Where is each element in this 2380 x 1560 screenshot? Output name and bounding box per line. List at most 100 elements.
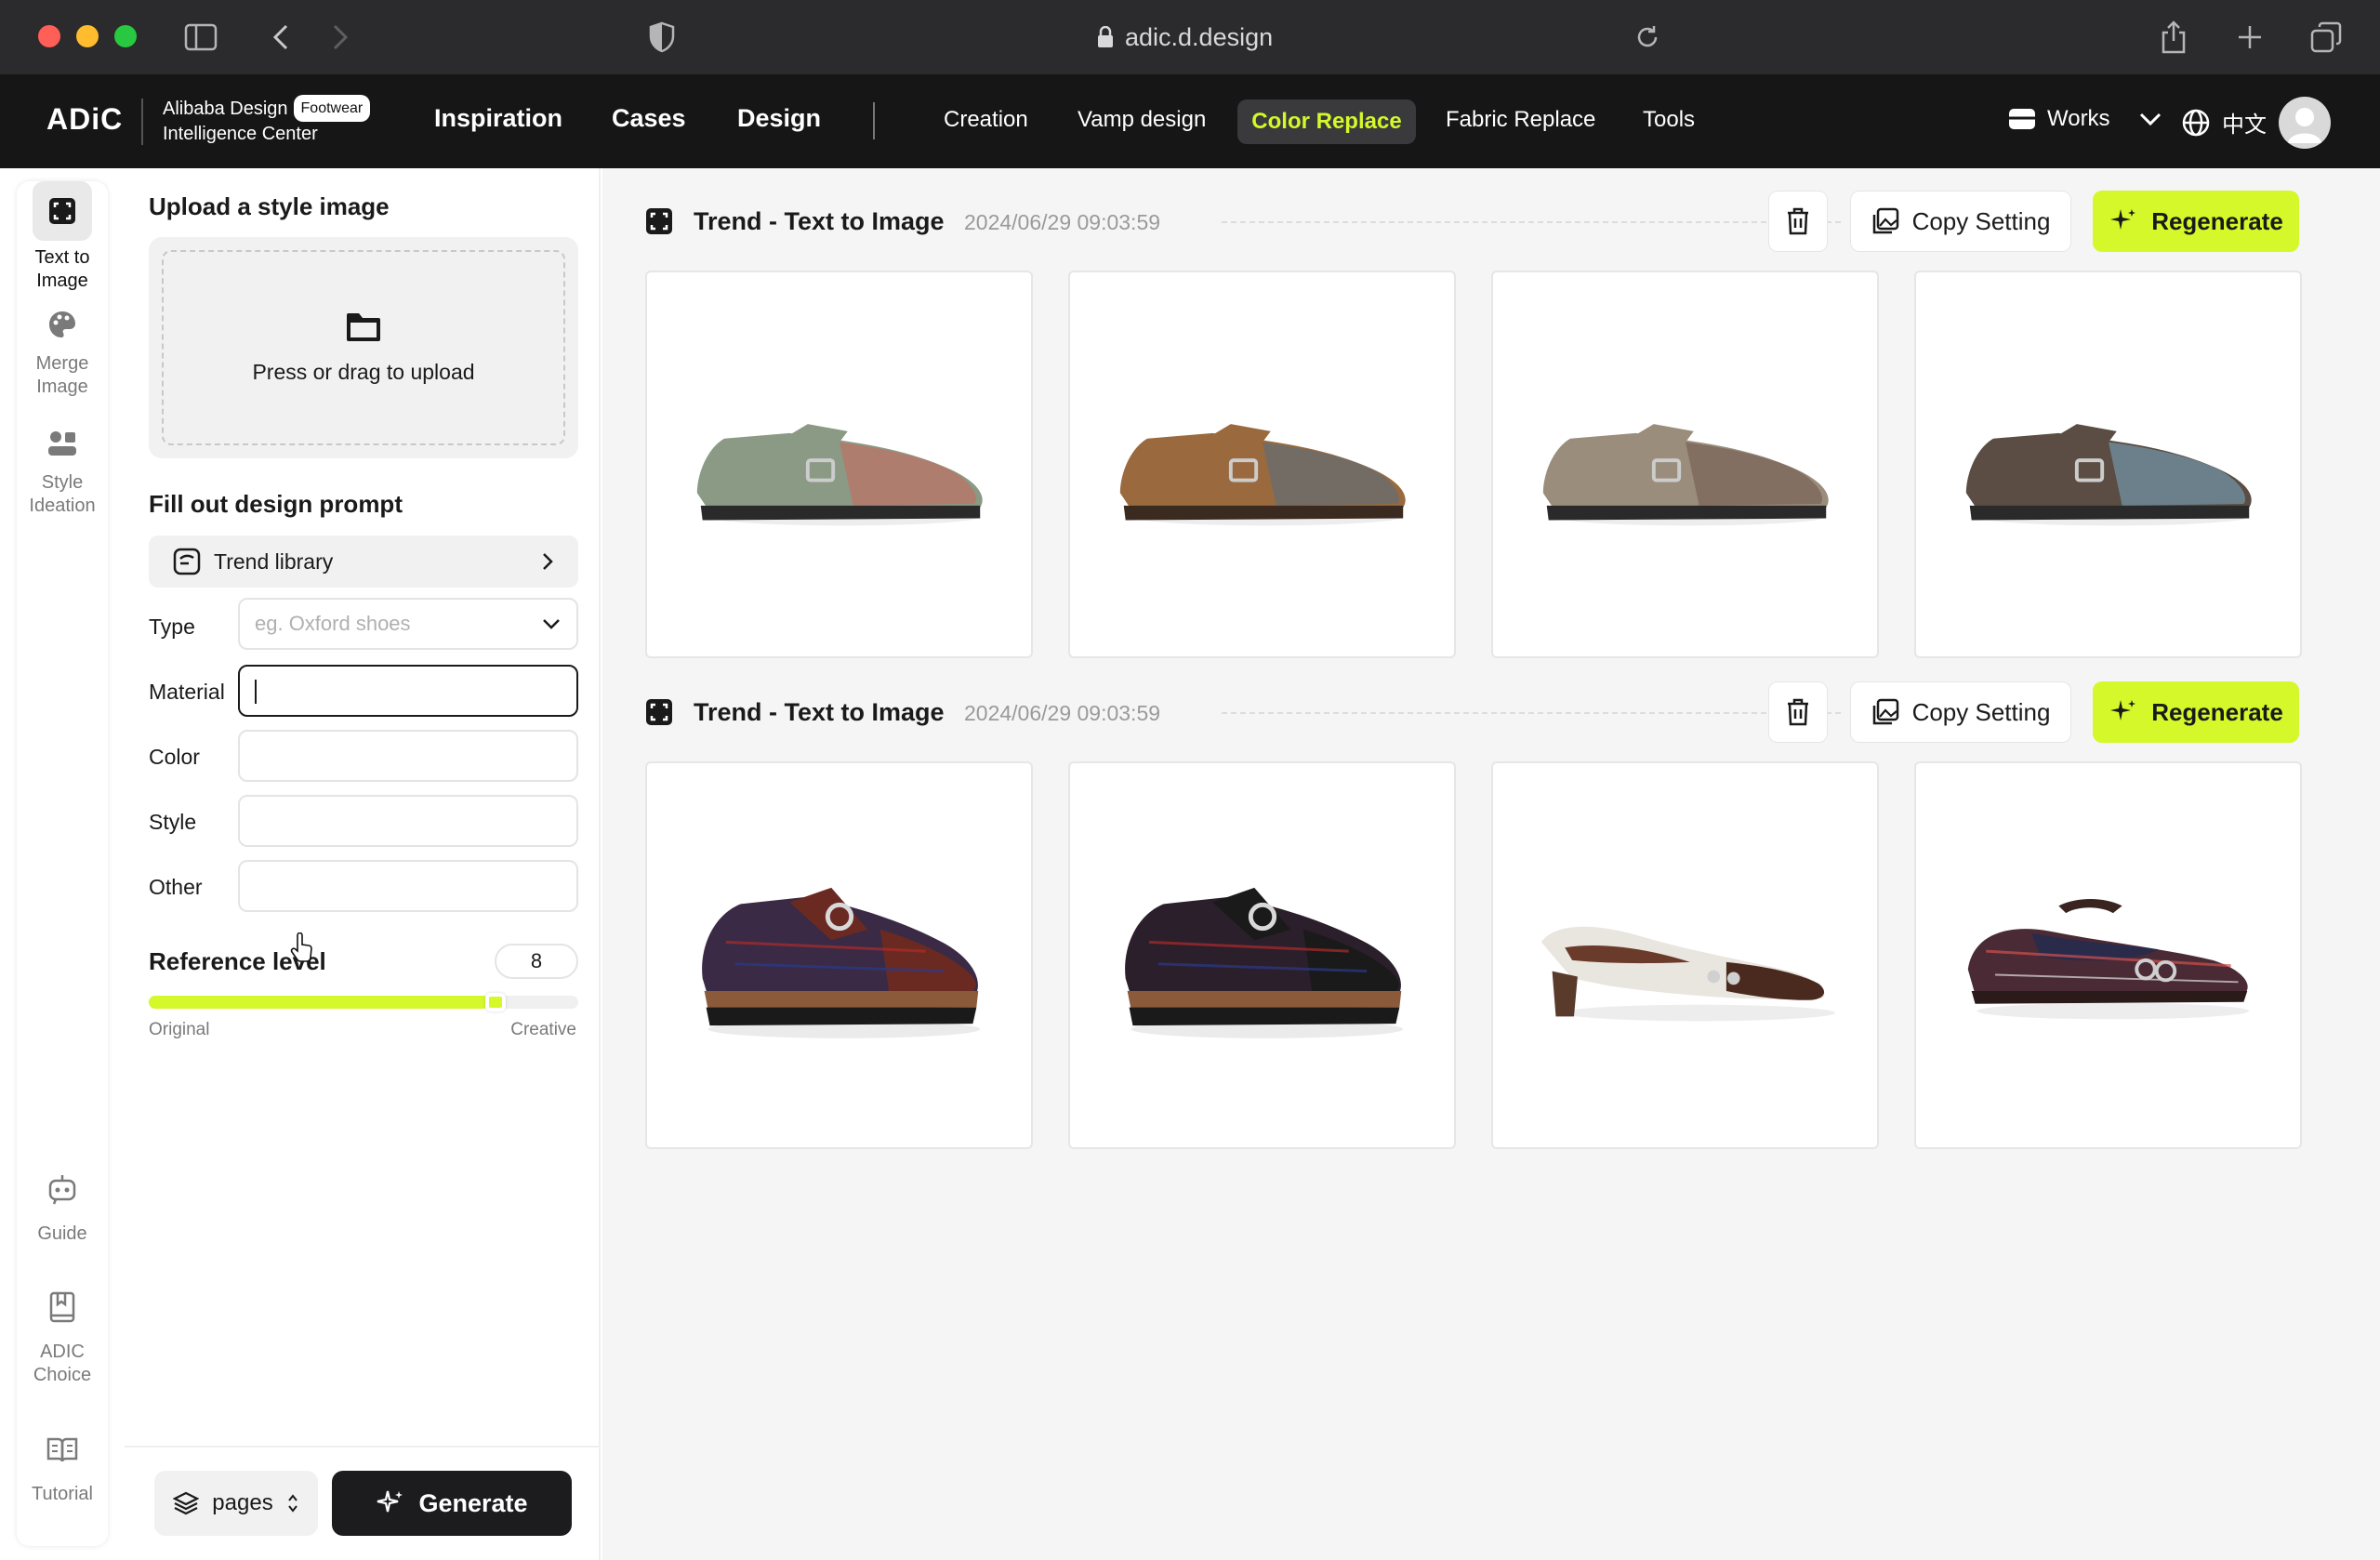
generated-image-card[interactable] (1491, 761, 1879, 1149)
back-icon[interactable] (264, 20, 298, 54)
results-area: Trend - Text to Image 2024/06/29 09:03:5… (602, 168, 2380, 1560)
pages-selector[interactable]: pages (154, 1471, 318, 1536)
rail-guide[interactable]: Guide (17, 1161, 108, 1246)
trend-library-label: Trend library (214, 549, 334, 574)
app-header: ADiC Alibaba Design Footwear Intelligence… (0, 74, 2380, 168)
works-dropdown[interactable]: Works (2008, 106, 2162, 132)
regenerate-button[interactable]: Regenerate (2093, 191, 2299, 252)
palette-icon (33, 302, 92, 347)
address-bar[interactable]: adic.d.design (1097, 19, 1273, 56)
reload-icon[interactable] (1631, 20, 1664, 54)
delete-button[interactable] (1768, 681, 1828, 743)
image-copy-icon (1872, 698, 1898, 725)
material-input[interactable] (238, 665, 578, 717)
frame-icon (646, 699, 672, 725)
nav-vamp-design[interactable]: Vamp design (1078, 107, 1206, 133)
browser-toolbar: adic.d.design (0, 0, 2380, 74)
nav-color-replace[interactable]: Color Replace (1237, 99, 1416, 144)
shoe-image (1124, 887, 1403, 1038)
group-timestamp: 2024/06/29 09:03:59 (964, 701, 1161, 725)
adic-logo[interactable]: ADiC (46, 102, 123, 137)
regenerate-button[interactable]: Regenerate (2093, 681, 2299, 743)
group-title: Trend - Text to Image (694, 698, 945, 726)
logo-divider (141, 99, 143, 145)
zoom-window-button[interactable] (114, 25, 137, 47)
rail-text-to-image[interactable]: Text to Image (17, 181, 108, 293)
nav-cases[interactable]: Cases (612, 104, 686, 133)
rail-tutorial[interactable]: Tutorial (17, 1421, 108, 1506)
rail-label: Tutorial (32, 1484, 93, 1504)
nav-divider (873, 102, 875, 139)
generated-image-card[interactable] (1068, 761, 1456, 1149)
rail-label: Merge (35, 353, 89, 374)
share-icon[interactable] (2157, 20, 2190, 54)
rail-label: Guide (37, 1223, 87, 1244)
upload-heading: Upload a style image (149, 192, 390, 220)
type-select[interactable]: eg. Oxford shoes (238, 598, 578, 650)
dashed-divider (1222, 221, 1841, 223)
tab-overview-icon[interactable] (2309, 20, 2343, 54)
nav-inspiration[interactable]: Inspiration (434, 104, 562, 133)
minimize-window-button[interactable] (76, 25, 99, 47)
generated-image-card[interactable] (645, 271, 1033, 658)
copy-setting-label: Copy Setting (1911, 697, 2051, 726)
globe-icon (2182, 109, 2210, 136)
frame-icon (33, 181, 92, 241)
frame-icon (646, 208, 672, 234)
shoe-image (1540, 926, 1835, 1021)
rail-style-ideation[interactable]: Style Ideation (17, 421, 108, 518)
close-window-button[interactable] (38, 25, 60, 47)
folder-icon (347, 312, 380, 341)
result-group: Trend - Text to Image 2024/06/29 09:03:5… (645, 191, 2343, 658)
prompt-heading: Fill out design prompt (149, 490, 403, 518)
group-title: Trend - Text to Image (694, 207, 945, 235)
card-icon (173, 548, 201, 575)
type-label: Type (149, 615, 195, 639)
nav-fabric-replace[interactable]: Fabric Replace (1446, 107, 1595, 133)
shield-icon[interactable] (645, 20, 679, 54)
new-tab-icon[interactable] (2233, 20, 2267, 54)
copy-setting-button[interactable]: Copy Setting (1850, 191, 2071, 252)
rail-merge-image[interactable]: Merge Image (17, 302, 108, 399)
trash-icon (1788, 207, 1808, 235)
shoe-image (696, 423, 983, 525)
other-input[interactable] (238, 860, 578, 912)
layers-icon (173, 1491, 200, 1515)
avatar[interactable] (2279, 97, 2331, 149)
upload-hint: Press or drag to upload (252, 359, 475, 384)
image-grid (645, 761, 2302, 1149)
generated-image-card[interactable] (645, 761, 1033, 1149)
trend-library-button[interactable]: Trend library (149, 535, 578, 588)
delete-button[interactable] (1768, 191, 1828, 252)
color-input[interactable] (238, 730, 578, 782)
slider-thumb[interactable] (484, 993, 506, 1011)
upload-dropzone[interactable]: Press or drag to upload (149, 237, 578, 458)
result-group: Trend - Text to Image 2024/06/29 09:03:5… (645, 681, 2343, 1149)
sidebar-toggle-icon[interactable] (184, 20, 218, 54)
image-grid (645, 271, 2302, 658)
image-copy-icon (1872, 207, 1898, 234)
style-input[interactable] (238, 795, 578, 847)
generated-image-card[interactable] (1491, 271, 1879, 658)
sparkle-icon (2110, 700, 2136, 721)
copy-setting-button[interactable]: Copy Setting (1850, 681, 2071, 743)
reference-slider[interactable] (149, 993, 578, 1011)
nav-tools[interactable]: Tools (1643, 107, 1695, 133)
language-switch[interactable]: 中文 (2181, 106, 2267, 139)
forward-icon[interactable] (324, 20, 357, 54)
works-label: Works (2047, 106, 2110, 131)
design-panel: Upload a style image Press or drag to up… (125, 168, 601, 1560)
trash-icon (1788, 698, 1808, 726)
reference-value[interactable]: 8 (495, 944, 578, 979)
rail-label: Image (36, 377, 88, 397)
rail-adic-choice[interactable]: ADIC Choice (17, 1279, 108, 1387)
folder-icon (2009, 109, 2035, 129)
generated-image-card[interactable] (1914, 761, 2302, 1149)
nav-design[interactable]: Design (737, 104, 821, 133)
nav-creation[interactable]: Creation (944, 107, 1028, 133)
generated-image-card[interactable] (1068, 271, 1456, 658)
generated-image-card[interactable] (1914, 271, 2302, 658)
type-placeholder: eg. Oxford shoes (255, 612, 411, 635)
user-avatar-icon (2288, 108, 2321, 143)
generate-button[interactable]: Generate (332, 1471, 572, 1536)
